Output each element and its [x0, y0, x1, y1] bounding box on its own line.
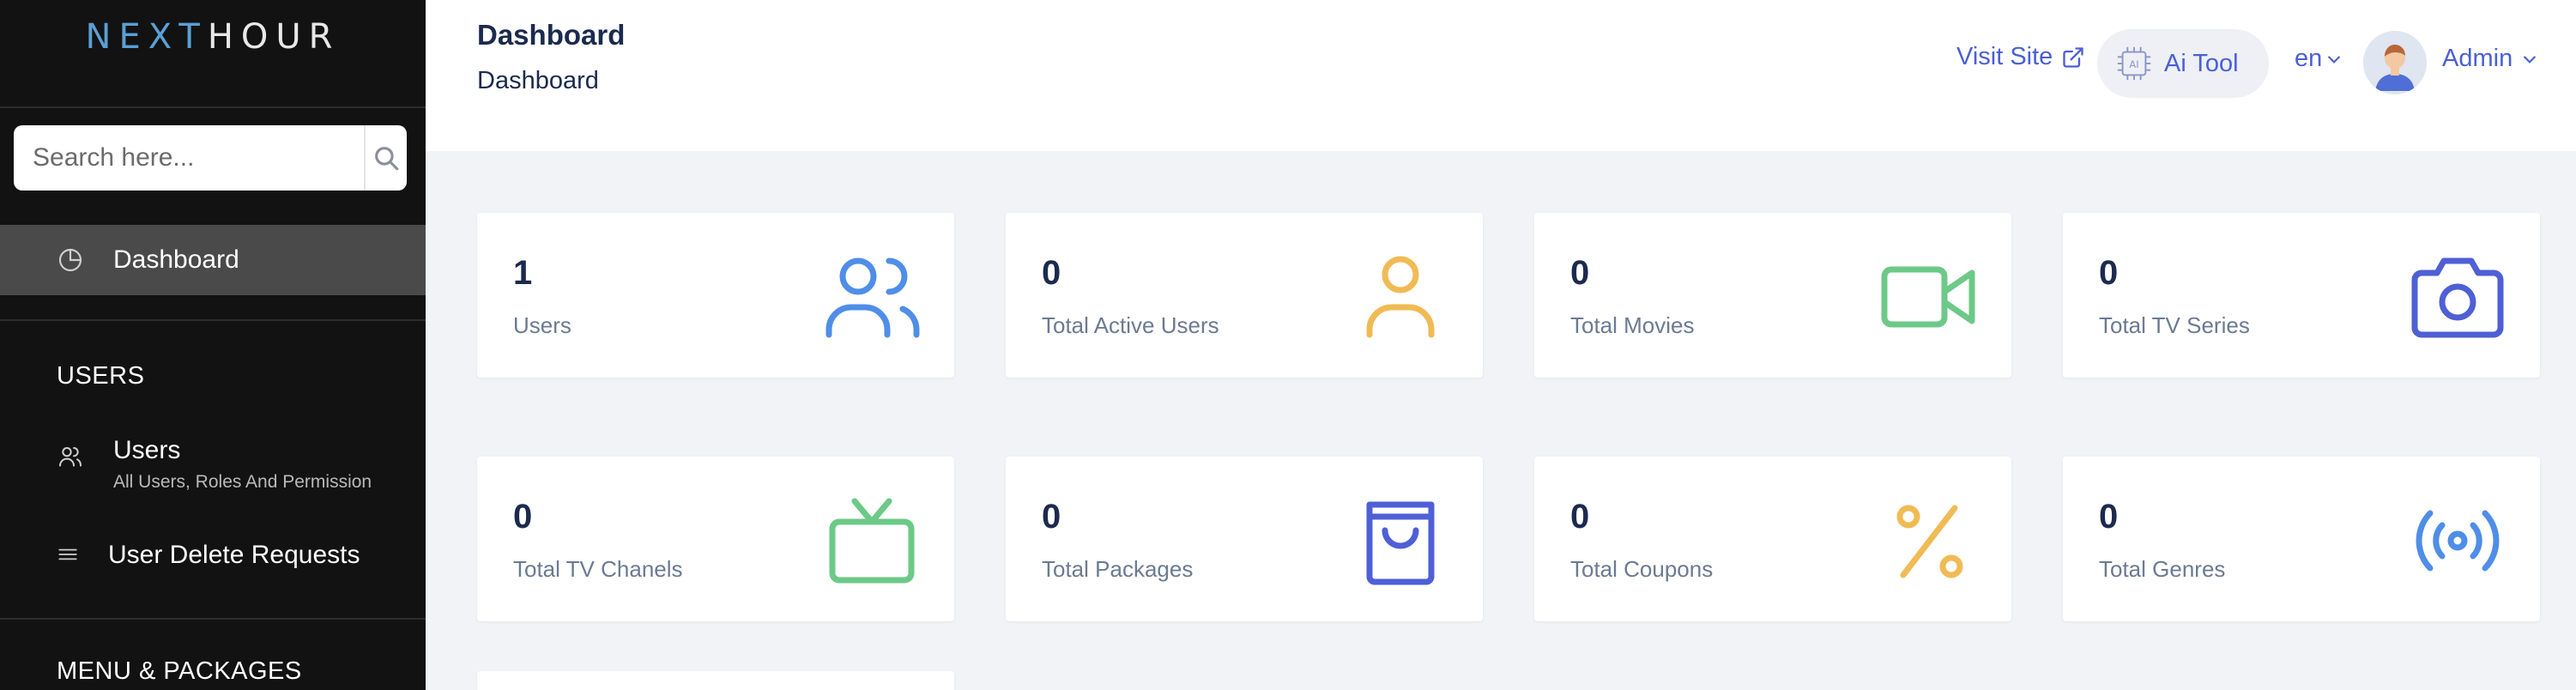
stat-value: 0	[2099, 498, 2119, 536]
section-heading-menu-packages: MENU & PACKAGES	[57, 657, 302, 685]
search-icon	[375, 147, 399, 171]
users-icon	[59, 447, 82, 467]
stat-value: 1	[513, 254, 533, 292]
sidebar-item-label: User Delete Requests	[108, 541, 360, 569]
logo[interactable]: NEXTHOUR	[0, 0, 426, 108]
sidebar: NEXTHOUR Dashboard USERS Users All Users…	[0, 0, 426, 690]
pie-chart-icon	[58, 248, 82, 272]
broadcast-icon	[2416, 510, 2500, 572]
stat-label: Users	[513, 312, 571, 338]
stat-label: Total Active Users	[1042, 312, 1219, 338]
stat-card-total-coupons[interactable]: 0 Total Coupons	[1534, 457, 2011, 621]
divider	[0, 106, 426, 108]
stat-card-total-active-users[interactable]: 0 Total Active Users	[1006, 213, 1483, 378]
stat-value: 0	[513, 498, 533, 536]
stat-value: 0	[1042, 498, 1061, 536]
ai-tool-label: Ai Tool	[2164, 49, 2239, 77]
stat-card-total-packages[interactable]: 0 Total Packages	[1006, 457, 1483, 621]
logo-part-next: NEXT	[85, 17, 208, 57]
stat-label: Total Packages	[1042, 556, 1194, 582]
stat-label: Total Genres	[2099, 556, 2226, 582]
stat-card-total-tv-series[interactable]: 0 Total TV Series	[2063, 213, 2540, 378]
camera-icon	[2411, 257, 2504, 338]
menu-lines-icon	[58, 548, 77, 560]
ai-chip-icon: AI	[2117, 46, 2151, 81]
search-input[interactable]	[14, 125, 364, 191]
shopping-bag-icon	[1366, 501, 1435, 585]
stat-card-total-genres[interactable]: 0 Total Genres	[2063, 457, 2540, 621]
stat-value: 0	[1570, 498, 1590, 536]
ai-tool-button[interactable]: AI Ai Tool	[2097, 29, 2269, 98]
stat-value: 0	[1042, 254, 1061, 292]
top-header: Dashboard Dashboard Visit Site AI Ai Too…	[426, 0, 2576, 151]
svg-text:AI: AI	[2129, 58, 2138, 70]
language-selector[interactable]: en	[2295, 45, 2343, 73]
logo-part-hour: HOUR	[207, 17, 341, 57]
stat-label: Total TV Series	[2099, 312, 2250, 338]
avatar[interactable]	[2363, 31, 2427, 94]
stat-label: Total TV Chanels	[513, 556, 683, 582]
divider	[0, 618, 426, 620]
search-button[interactable]	[364, 125, 407, 191]
sidebar-item-dashboard[interactable]: Dashboard	[0, 225, 426, 295]
stat-card-users[interactable]: 1 Users	[477, 213, 954, 378]
video-camera-icon	[1881, 266, 1975, 328]
tv-icon	[829, 498, 915, 584]
breadcrumb[interactable]: Dashboard	[477, 67, 599, 95]
page-title: Dashboard	[477, 19, 626, 51]
chevron-down-icon	[2524, 55, 2537, 64]
sidebar-item-label: Dashboard	[113, 245, 239, 274]
users-icon	[825, 257, 920, 338]
sidebar-item-user-delete-requests[interactable]: User Delete Requests	[57, 541, 360, 570]
admin-menu[interactable]: Admin	[2442, 45, 2538, 73]
sidebar-item-label: Users	[113, 436, 181, 464]
search-box	[14, 125, 407, 191]
visit-site-link[interactable]: Visit Site	[1956, 43, 2085, 71]
section-heading-users: USERS	[57, 362, 145, 390]
user-icon	[1366, 256, 1435, 338]
stat-value: 0	[2099, 254, 2119, 292]
stat-value: 0	[1570, 254, 1590, 292]
sidebar-item-users[interactable]: Users All Users, Roles And Permission	[57, 436, 372, 493]
percent-icon	[1896, 505, 1963, 578]
stat-card-total-movies[interactable]: 0 Total Movies	[1534, 213, 2011, 378]
admin-label: Admin	[2442, 45, 2513, 72]
stat-card-partial[interactable]	[477, 671, 954, 690]
visit-site-label: Visit Site	[1956, 43, 2053, 70]
chevron-down-icon	[2328, 55, 2341, 64]
stat-label: Total Movies	[1570, 312, 1695, 338]
admin-avatar-icon	[2363, 31, 2427, 94]
stat-label: Total Coupons	[1570, 556, 1714, 582]
divider	[0, 319, 426, 321]
sidebar-item-sublabel: All Users, Roles And Permission	[113, 472, 372, 492]
stat-card-total-tv-chanels[interactable]: 0 Total TV Chanels	[477, 457, 954, 621]
external-link-icon	[2063, 46, 2083, 68]
language-value: en	[2295, 45, 2323, 72]
